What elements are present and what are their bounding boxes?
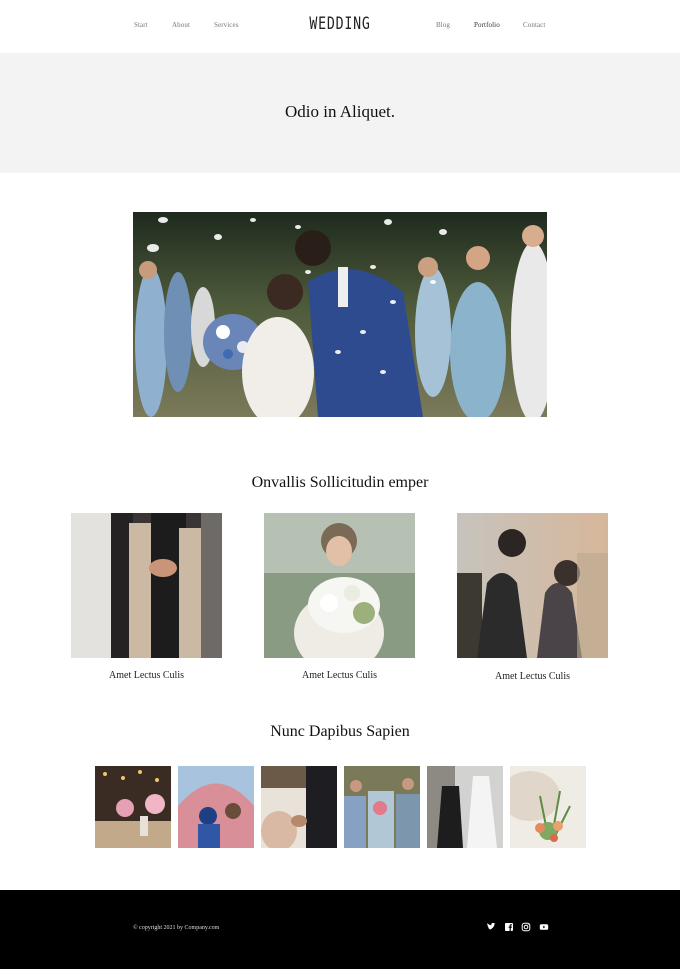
- card-photo-silhouette: [457, 513, 608, 658]
- gallery-thumb-arch[interactable]: [178, 766, 254, 848]
- card-photo-bouquet: [264, 513, 415, 658]
- gallery-thumb-bridesmaids[interactable]: [344, 766, 420, 848]
- hero-title: Odio in Aliquet.: [284, 102, 396, 121]
- card-photo-hands: [71, 513, 222, 658]
- site-header: Start About Services Blog Portfolio Cont…: [0, 0, 680, 53]
- featured-card[interactable]: Amet Lectus Culis: [71, 513, 222, 681]
- main-wedding-photo: [133, 212, 547, 417]
- youtube-icon[interactable]: [539, 922, 549, 932]
- card-caption: Amet Lectus Culis: [495, 671, 570, 682]
- site-footer: © copyright 2021 by Company.com: [0, 890, 680, 969]
- featured-card[interactable]: Amet Lectus Culis: [457, 513, 608, 682]
- hero-banner: Odio in Aliquet.: [0, 53, 680, 173]
- facebook-icon[interactable]: [504, 922, 514, 932]
- gallery-thumb-rings[interactable]: [261, 766, 337, 848]
- gallery-thumb-flowers[interactable]: [510, 766, 586, 848]
- featured-section-title: Onvallis Sollicitudin emper: [251, 474, 429, 491]
- featured-card[interactable]: Amet Lectus Culis: [264, 513, 415, 681]
- instagram-icon[interactable]: [521, 922, 531, 932]
- card-caption: Amet Lectus Culis: [109, 670, 184, 681]
- site-logo[interactable]: WEDDING: [75, 14, 605, 34]
- card-caption: Amet Lectus Culis: [302, 670, 377, 681]
- gallery-section-title: Nunc Dapibus Sapien: [270, 723, 410, 740]
- twitter-icon[interactable]: [486, 922, 496, 932]
- gallery-thumb-couple[interactable]: [427, 766, 503, 848]
- copyright-text: © copyright 2021 by Company.com: [133, 925, 220, 931]
- gallery-thumb-table[interactable]: [95, 766, 171, 848]
